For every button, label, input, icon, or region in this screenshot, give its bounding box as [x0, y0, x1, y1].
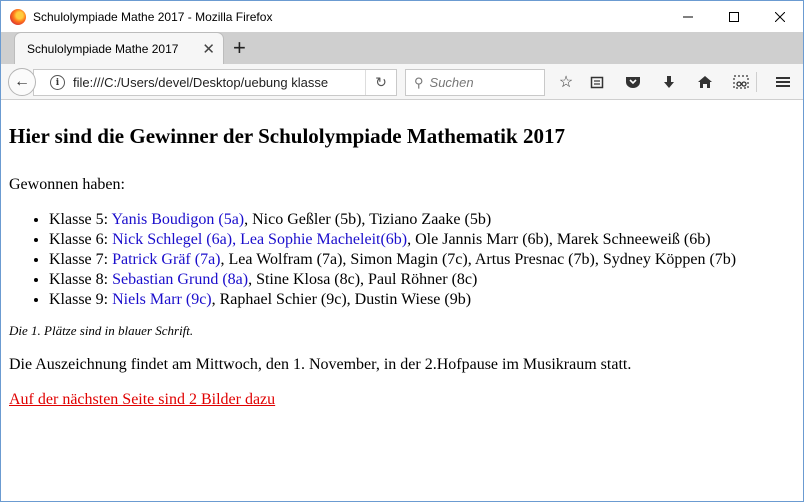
window-title: Schulolympiade Mathe 2017 - Mozilla Fire… [33, 9, 273, 24]
home-button[interactable] [693, 70, 717, 94]
list-item-klasse-9: Klasse 9: Niels Marr (9c), Raphael Schie… [49, 290, 803, 309]
close-window-button[interactable] [757, 1, 803, 32]
search-icon: ⚲ [414, 74, 424, 90]
other-winners: , Stine Klosa (8c), Paul Röhner (8c) [248, 271, 478, 288]
page-content: Hier sind die Gewinner der Schulolympiad… [1, 124, 803, 409]
announcement-text: Die Auszeichnung findet am Mittwoch, den… [9, 356, 632, 373]
winners-list: Klasse 5: Yanis Boudigon (5a), Nico Geßl… [9, 210, 803, 309]
other-winners: , Nico Geßler (5b), Tiziano Zaake (5b) [244, 211, 492, 228]
back-button[interactable]: ← [8, 68, 36, 96]
maximize-icon [729, 11, 739, 22]
tab-active[interactable]: Schulolympiade Mathe 2017 ✕ [15, 33, 223, 64]
class-label: Klasse 6: [49, 231, 113, 248]
browser-window: Schulolympiade Mathe 2017 - Mozilla Fire… [0, 0, 804, 502]
close-icon [775, 11, 785, 22]
download-arrow-icon [664, 76, 674, 88]
other-winners: , Ole Jannis Marr (6b), Marek Schneeweiß… [407, 231, 711, 248]
class-label: Klasse 7: [49, 251, 113, 268]
maximize-button[interactable] [711, 1, 757, 32]
class-label: Klasse 5: [49, 211, 112, 228]
page-heading: Hier sind die Gewinner der Schulolympiad… [9, 124, 565, 148]
bookmark-star-button[interactable]: ☆ [554, 70, 578, 94]
new-tab-button[interactable]: + [233, 36, 246, 60]
navigation-bar: i file:///C:/Users/devel/Desktop/uebung … [1, 64, 803, 100]
next-page-link[interactable]: Auf der nächsten Seite sind 2 Bilder daz… [9, 391, 275, 409]
search-placeholder[interactable]: Suchen [430, 75, 474, 90]
list-item-klasse-7: Klasse 7: Patrick Gräf (7a), Lea Wolfram… [49, 250, 803, 269]
reading-list-button[interactable] [585, 70, 609, 94]
search-bar[interactable]: ⚲ Suchen [405, 69, 545, 96]
firefox-logo-icon [10, 8, 26, 25]
class-label: Klasse 8: [49, 271, 113, 288]
scissors-icon [733, 75, 749, 89]
info-icon[interactable]: i [50, 75, 65, 90]
first-place-names: Nick Schlegel (6a), Lea Sophie Macheleit… [112, 231, 408, 248]
list-item-klasse-5: Klasse 5: Yanis Boudigon (5a), Nico Geßl… [49, 210, 803, 229]
toolbar-separator [756, 72, 757, 92]
menu-button[interactable] [771, 70, 795, 94]
downloads-button[interactable] [657, 70, 681, 94]
other-winners: , Lea Wolfram (7a), Simon Magin (7c), Ar… [220, 251, 737, 268]
intro-text: Gewonnen haben: [9, 176, 125, 193]
first-place-names: Yanis Boudigon (5a) [111, 211, 245, 228]
first-place-names: Niels Marr (9c) [112, 291, 212, 308]
screenshot-button[interactable] [729, 70, 753, 94]
url-bar[interactable]: i file:///C:/Users/devel/Desktop/uebung … [33, 69, 397, 96]
note-text: Die 1. Plätze sind in blauer Schrift. [9, 323, 194, 338]
pocket-button[interactable] [621, 70, 645, 94]
hamburger-menu-icon [776, 77, 790, 87]
title-bar: Schulolympiade Mathe 2017 - Mozilla Fire… [1, 1, 803, 32]
tab-close-icon[interactable]: ✕ [202, 40, 215, 58]
reload-button[interactable]: ↻ [365, 70, 396, 95]
back-arrow-icon: ← [14, 73, 30, 90]
home-icon [698, 76, 712, 88]
minimize-button[interactable] [665, 1, 711, 32]
star-icon: ☆ [558, 74, 574, 91]
reload-icon: ↻ [375, 74, 387, 90]
other-winners: , Raphael Schier (9c), Dustin Wiese (9b) [211, 291, 472, 308]
tab-label: Schulolympiade Mathe 2017 [27, 41, 179, 56]
minimize-icon [683, 16, 693, 17]
first-place-names: Sebastian Grund (8a) [112, 271, 249, 288]
list-item-klasse-8: Klasse 8: Sebastian Grund (8a), Stine Kl… [49, 270, 803, 289]
clipboard-icon [590, 76, 604, 89]
tab-strip: Schulolympiade Mathe 2017 ✕ + [1, 32, 803, 64]
class-label: Klasse 9: [49, 291, 113, 308]
list-item-klasse-6: Klasse 6: Nick Schlegel (6a), Lea Sophie… [49, 230, 803, 249]
url-text[interactable]: file:///C:/Users/devel/Desktop/uebung kl… [73, 75, 365, 90]
first-place-names: Patrick Gräf (7a) [112, 251, 221, 268]
pocket-icon [626, 77, 640, 88]
